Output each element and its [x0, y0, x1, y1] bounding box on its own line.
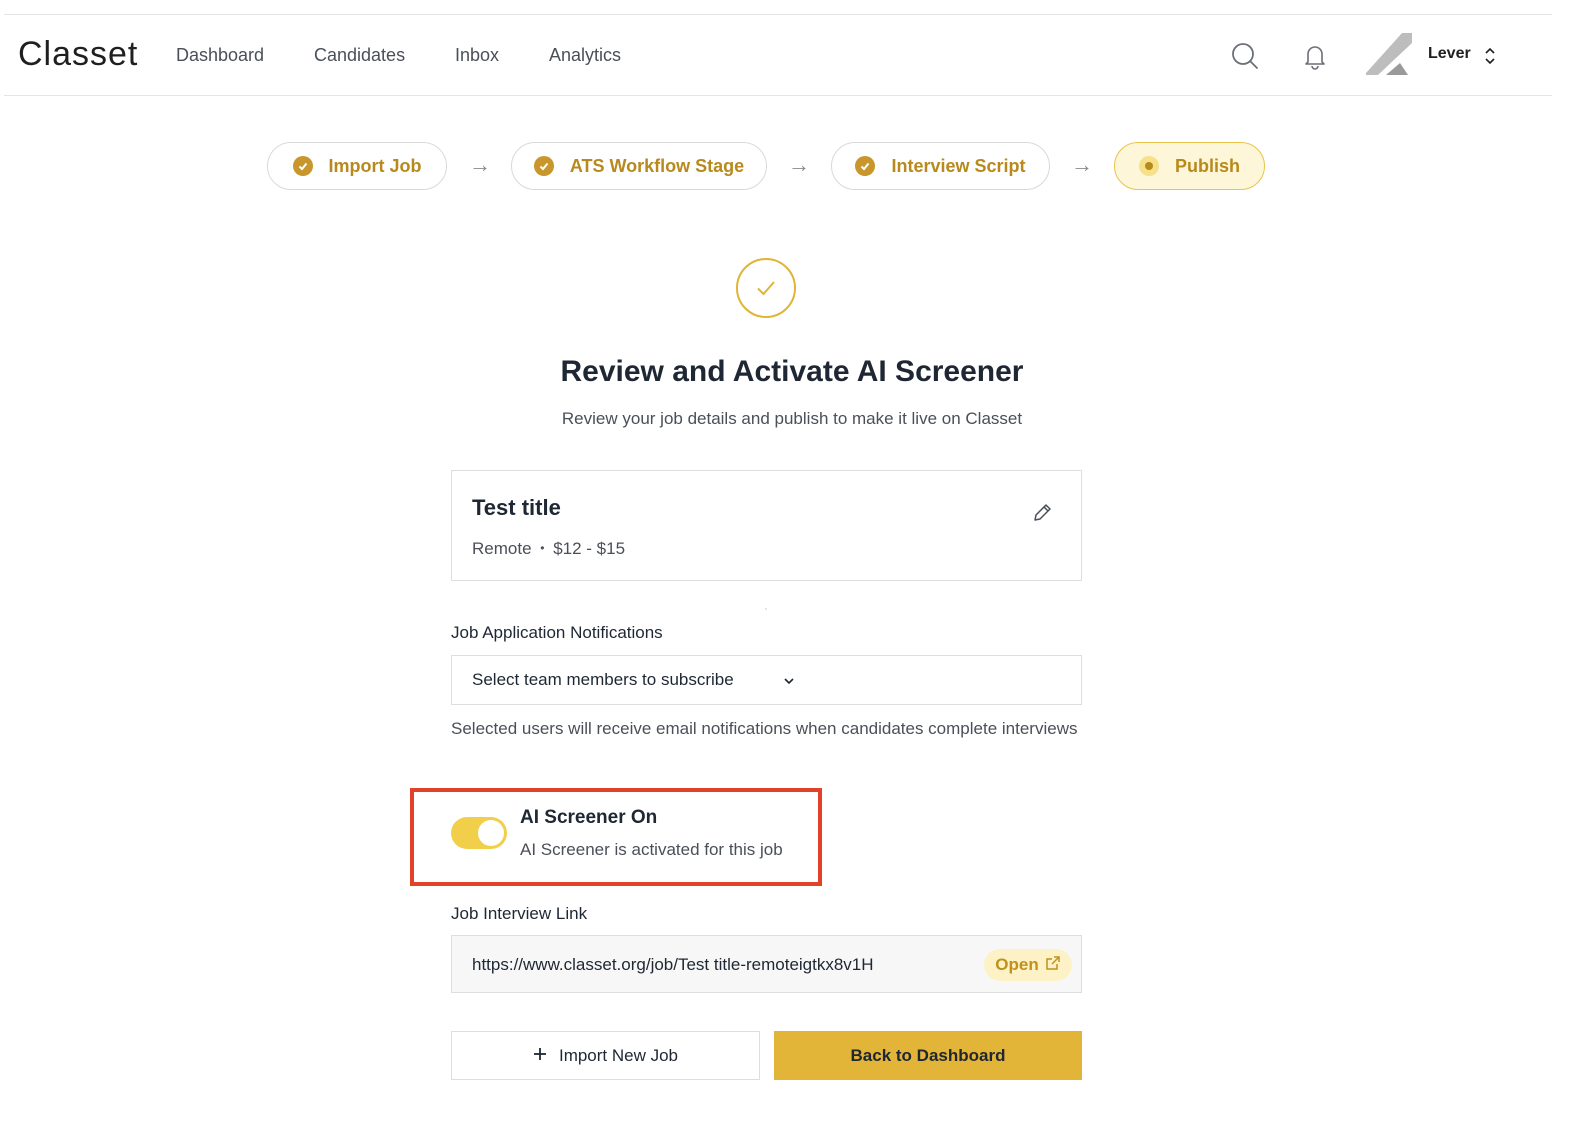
page-title: Review and Activate AI Screener — [560, 355, 1024, 388]
step-label: ATS Workflow Stage — [569, 155, 745, 176]
step-label: Import Job — [328, 155, 422, 176]
notifications-helper-text: Selected users will receive email notifi… — [451, 719, 1078, 738]
step-import-job[interactable]: Import Job — [267, 142, 447, 190]
external-link-icon — [1045, 955, 1061, 976]
check-circle-icon — [533, 156, 554, 176]
select-placeholder: Select team members to subscribe — [472, 670, 734, 689]
divider-dot — [765, 608, 767, 610]
job-title: Test title — [472, 495, 561, 520]
plus-icon — [533, 1046, 547, 1066]
open-link-button[interactable]: Open — [984, 949, 1072, 981]
arrow-right-icon: → — [1071, 152, 1093, 177]
step-ats-workflow-stage[interactable]: ATS Workflow Stage — [511, 142, 767, 190]
import-new-job-label: Import New Job — [558, 1045, 679, 1065]
step-label: Interview Script — [891, 155, 1026, 176]
interview-link-field: https://www.classet.org/job/Test title-r… — [451, 935, 1082, 993]
classet-logo[interactable]: Classet — [18, 35, 138, 74]
open-link-label: Open — [995, 955, 1039, 974]
back-to-dashboard-button[interactable]: Back to Dashboard — [774, 1031, 1082, 1080]
account-name[interactable]: Lever — [1428, 45, 1471, 63]
job-location: Remote — [472, 539, 532, 558]
ai-screener-title: AI Screener On — [520, 807, 658, 828]
step-label: Publish — [1174, 155, 1240, 176]
pencil-icon[interactable] — [1030, 501, 1054, 525]
job-meta: Remote • $12 - $15 — [472, 539, 625, 559]
arrow-right-icon: → — [788, 152, 810, 177]
nav-analytics[interactable]: Analytics — [549, 45, 621, 66]
arrow-right-icon: → — [469, 152, 491, 177]
job-pay: $12 - $15 — [553, 539, 626, 558]
ai-screener-description: AI Screener is activated for this job — [520, 840, 783, 859]
search-icon[interactable] — [1228, 39, 1262, 73]
meta-separator: • — [540, 541, 545, 555]
toggle-knob — [478, 820, 504, 846]
import-new-job-button[interactable]: Import New Job — [451, 1031, 760, 1080]
step-publish[interactable]: Publish — [1114, 142, 1265, 190]
notifications-label: Job Application Notifications — [451, 623, 663, 642]
team-members-select[interactable]: Select team members to subscribe — [451, 655, 1082, 705]
ai-screener-toggle[interactable] — [451, 817, 507, 849]
success-check-icon — [736, 258, 796, 318]
interview-link-url[interactable]: https://www.classet.org/job/Test title-r… — [472, 955, 874, 975]
step-interview-script[interactable]: Interview Script — [831, 142, 1050, 190]
page-subtitle: Review your job details and publish to m… — [561, 409, 1023, 428]
nav-candidates[interactable]: Candidates — [314, 45, 405, 66]
nav-inbox[interactable]: Inbox — [455, 45, 499, 66]
interview-link-label: Job Interview Link — [451, 904, 588, 923]
top-navigation-bar: Classet Dashboard Candidates Inbox Analy… — [4, 14, 1552, 96]
nav-dashboard[interactable]: Dashboard — [176, 45, 264, 66]
check-circle-icon — [855, 156, 876, 176]
avatar[interactable] — [1364, 29, 1416, 81]
chevron-down-icon — [782, 674, 796, 688]
back-to-dashboard-label: Back to Dashboard — [850, 1045, 1006, 1065]
bell-icon[interactable] — [1298, 39, 1332, 73]
current-step-dot-icon — [1138, 156, 1159, 176]
job-summary-card: Test title Remote • $12 - $15 — [451, 470, 1082, 581]
chevron-up-down-icon[interactable] — [1482, 45, 1498, 67]
check-circle-icon — [292, 156, 313, 176]
